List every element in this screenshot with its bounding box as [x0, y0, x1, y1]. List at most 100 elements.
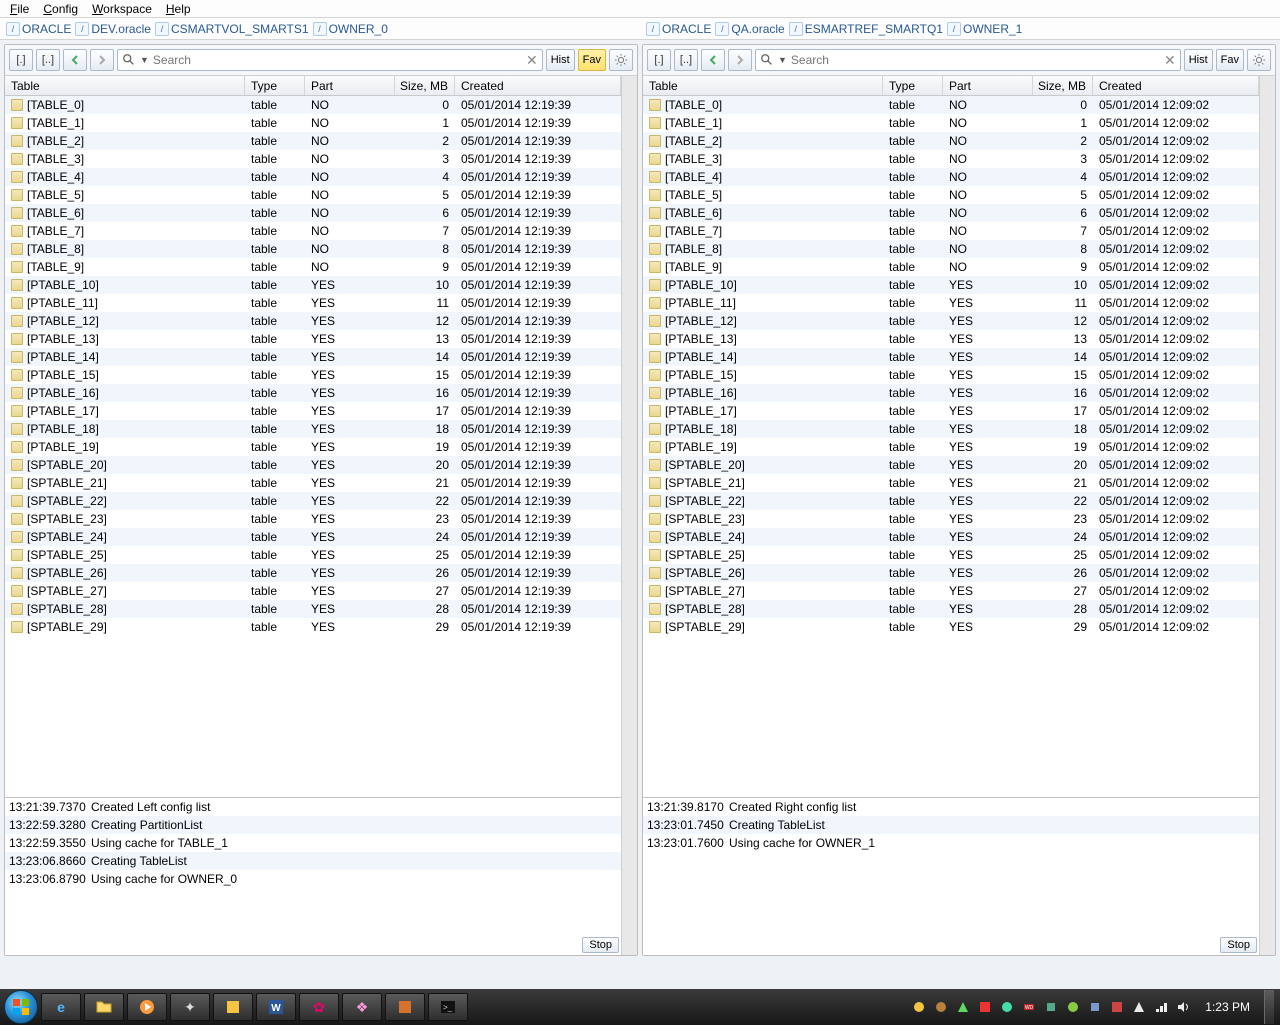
- table-row[interactable]: [PTABLE_18]tableYES1805/01/2014 12:19:39: [5, 420, 621, 438]
- nav-back-button[interactable]: [63, 49, 87, 71]
- hist-button[interactable]: Hist: [1184, 49, 1213, 71]
- start-button[interactable]: [4, 990, 38, 1024]
- clear-search-icon[interactable]: ✕: [526, 52, 538, 69]
- tray-icon[interactable]: [1131, 999, 1147, 1015]
- breadcrumb-segment[interactable]: QA.oracle: [731, 22, 784, 36]
- fav-button[interactable]: Fav: [1216, 49, 1244, 71]
- tray-icon[interactable]: [955, 999, 971, 1015]
- table-row[interactable]: [TABLE_7]tableNO705/01/2014 12:09:02: [643, 222, 1259, 240]
- table-row[interactable]: [PTABLE_14]tableYES1405/01/2014 12:19:39: [5, 348, 621, 366]
- table-row[interactable]: [TABLE_0]tableNO005/01/2014 12:09:02: [643, 96, 1259, 114]
- search-input[interactable]: [791, 53, 1160, 67]
- table-row[interactable]: [PTABLE_16]tableYES1605/01/2014 12:19:39: [5, 384, 621, 402]
- breadcrumb-sep-icon[interactable]: /: [6, 22, 20, 36]
- table-row[interactable]: [PTABLE_17]tableYES1705/01/2014 12:19:39: [5, 402, 621, 420]
- table-row[interactable]: [TABLE_5]tableNO505/01/2014 12:09:02: [643, 186, 1259, 204]
- fav-button[interactable]: Fav: [578, 49, 606, 71]
- menu-config[interactable]: Config: [43, 2, 78, 16]
- scrollbar[interactable]: [621, 76, 637, 955]
- table-row[interactable]: [SPTABLE_25]tableYES2505/01/2014 12:09:0…: [643, 546, 1259, 564]
- tray-volume-icon[interactable]: [1175, 999, 1191, 1015]
- table-row[interactable]: [TABLE_8]tableNO805/01/2014 12:09:02: [643, 240, 1259, 258]
- tray-network-icon[interactable]: [1153, 999, 1169, 1015]
- table-row[interactable]: [SPTABLE_28]tableYES2805/01/2014 12:09:0…: [643, 600, 1259, 618]
- table-row[interactable]: [SPTABLE_22]tableYES2205/01/2014 12:19:3…: [5, 492, 621, 510]
- tray-icon[interactable]: [911, 999, 927, 1015]
- taskbar-cmd[interactable]: >_: [428, 993, 468, 1021]
- table-row[interactable]: [PTABLE_17]tableYES1705/01/2014 12:09:02: [643, 402, 1259, 420]
- breadcrumb-sep-icon[interactable]: /: [155, 22, 169, 36]
- table-row[interactable]: [TABLE_3]tableNO305/01/2014 12:19:39: [5, 150, 621, 168]
- breadcrumb-sep-icon[interactable]: /: [947, 22, 961, 36]
- menu-help[interactable]: Help: [166, 2, 191, 16]
- table-row[interactable]: [TABLE_4]tableNO405/01/2014 12:19:39: [5, 168, 621, 186]
- table-row[interactable]: [TABLE_9]tableNO905/01/2014 12:09:02: [643, 258, 1259, 276]
- col-created[interactable]: Created: [455, 76, 621, 95]
- col-created[interactable]: Created: [1093, 76, 1259, 95]
- nav-forward-button[interactable]: [90, 49, 114, 71]
- breadcrumb-segment[interactable]: ESMARTREF_SMARTQ1: [805, 22, 943, 36]
- table-row[interactable]: [SPTABLE_23]tableYES2305/01/2014 12:19:3…: [5, 510, 621, 528]
- taskbar-explorer[interactable]: [84, 993, 124, 1021]
- show-desktop-button[interactable]: [1264, 990, 1274, 1024]
- settings-button[interactable]: [1247, 49, 1271, 71]
- table-row[interactable]: [SPTABLE_29]tableYES2905/01/2014 12:09:0…: [643, 618, 1259, 636]
- table-row[interactable]: [SPTABLE_24]tableYES2405/01/2014 12:09:0…: [643, 528, 1259, 546]
- table-row[interactable]: [PTABLE_14]tableYES1405/01/2014 12:09:02: [643, 348, 1259, 366]
- table-row[interactable]: [SPTABLE_25]tableYES2505/01/2014 12:19:3…: [5, 546, 621, 564]
- table-row[interactable]: [PTABLE_19]tableYES1905/01/2014 12:19:39: [5, 438, 621, 456]
- table-row[interactable]: [PTABLE_10]tableYES1005/01/2014 12:09:02: [643, 276, 1259, 294]
- breadcrumb-sep-icon[interactable]: /: [789, 22, 803, 36]
- table-row[interactable]: [TABLE_6]tableNO605/01/2014 12:09:02: [643, 204, 1259, 222]
- taskbar-app5[interactable]: [385, 993, 425, 1021]
- col-type[interactable]: Type: [245, 76, 305, 95]
- tray-icon[interactable]: [977, 999, 993, 1015]
- table-row[interactable]: [SPTABLE_28]tableYES2805/01/2014 12:19:3…: [5, 600, 621, 618]
- table-row[interactable]: [TABLE_1]tableNO105/01/2014 12:09:02: [643, 114, 1259, 132]
- hist-button[interactable]: Hist: [546, 49, 575, 71]
- stop-button[interactable]: Stop: [1220, 937, 1257, 953]
- table-row[interactable]: [PTABLE_13]tableYES1305/01/2014 12:09:02: [643, 330, 1259, 348]
- menu-file[interactable]: File: [10, 2, 29, 16]
- table-row[interactable]: [SPTABLE_21]tableYES2105/01/2014 12:19:3…: [5, 474, 621, 492]
- nav-forward-button[interactable]: [728, 49, 752, 71]
- table-row[interactable]: [TABLE_8]tableNO805/01/2014 12:19:39: [5, 240, 621, 258]
- table-row[interactable]: [SPTABLE_27]tableYES2705/01/2014 12:19:3…: [5, 582, 621, 600]
- search-input[interactable]: [153, 53, 522, 67]
- stop-button[interactable]: Stop: [582, 937, 619, 953]
- table-row[interactable]: [TABLE_1]tableNO105/01/2014 12:19:39: [5, 114, 621, 132]
- search-box[interactable]: ▼ ✕: [117, 49, 543, 71]
- table-row[interactable]: [PTABLE_15]tableYES1505/01/2014 12:09:02: [643, 366, 1259, 384]
- taskbar-app4[interactable]: ❖: [342, 993, 382, 1021]
- col-part[interactable]: Part: [943, 76, 1033, 95]
- breadcrumb-sep-icon[interactable]: /: [715, 22, 729, 36]
- table-row[interactable]: [PTABLE_11]tableYES1105/01/2014 12:19:39: [5, 294, 621, 312]
- table-row[interactable]: [SPTABLE_27]tableYES2705/01/2014 12:09:0…: [643, 582, 1259, 600]
- table-row[interactable]: [SPTABLE_29]tableYES2905/01/2014 12:19:3…: [5, 618, 621, 636]
- table-row[interactable]: [PTABLE_12]tableYES1205/01/2014 12:09:02: [643, 312, 1259, 330]
- tray-icon[interactable]: [1043, 999, 1059, 1015]
- menu-workspace[interactable]: Workspace: [92, 2, 152, 16]
- table-row[interactable]: [TABLE_3]tableNO305/01/2014 12:09:02: [643, 150, 1259, 168]
- tray-icon[interactable]: WD: [1021, 999, 1037, 1015]
- table-row[interactable]: [PTABLE_19]tableYES1905/01/2014 12:09:02: [643, 438, 1259, 456]
- table-row[interactable]: [SPTABLE_24]tableYES2405/01/2014 12:19:3…: [5, 528, 621, 546]
- nav-dotdot-button[interactable]: [..]: [36, 49, 60, 71]
- dropdown-icon[interactable]: ▼: [778, 55, 787, 65]
- col-type[interactable]: Type: [883, 76, 943, 95]
- taskbar-ie[interactable]: e: [41, 993, 81, 1021]
- table-row[interactable]: [SPTABLE_21]tableYES2105/01/2014 12:09:0…: [643, 474, 1259, 492]
- taskbar-word[interactable]: W: [256, 993, 296, 1021]
- table-row[interactable]: [PTABLE_15]tableYES1505/01/2014 12:19:39: [5, 366, 621, 384]
- table-row[interactable]: [TABLE_2]tableNO205/01/2014 12:19:39: [5, 132, 621, 150]
- col-size[interactable]: Size, MB: [1033, 76, 1093, 95]
- table-row[interactable]: [SPTABLE_26]tableYES2605/01/2014 12:09:0…: [643, 564, 1259, 582]
- clear-search-icon[interactable]: ✕: [1164, 52, 1176, 69]
- breadcrumb-segment[interactable]: OWNER_1: [963, 22, 1022, 36]
- breadcrumb-sep-icon[interactable]: /: [313, 22, 327, 36]
- table-row[interactable]: [TABLE_0]tableNO005/01/2014 12:19:39: [5, 96, 621, 114]
- breadcrumb-sep-icon[interactable]: /: [75, 22, 89, 36]
- table-row[interactable]: [PTABLE_13]tableYES1305/01/2014 12:19:39: [5, 330, 621, 348]
- taskbar-app3[interactable]: ✿: [299, 993, 339, 1021]
- search-box[interactable]: ▼ ✕: [755, 49, 1181, 71]
